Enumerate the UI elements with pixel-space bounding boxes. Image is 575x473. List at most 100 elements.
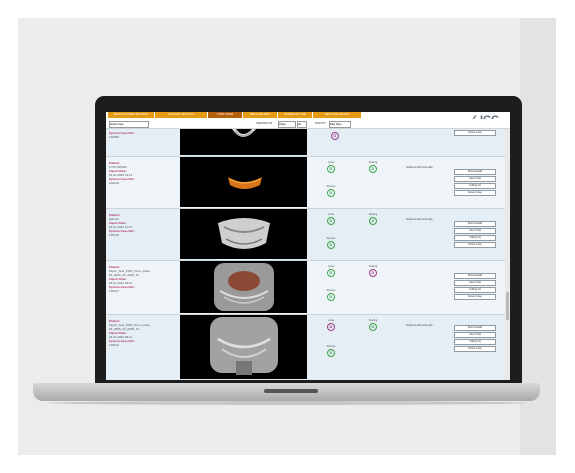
remote-status: Remote D xyxy=(322,185,340,197)
case-scan-thumbnail[interactable] xyxy=(180,261,307,313)
show-details-button[interactable]: Show Details xyxy=(454,221,496,227)
top-navigation: ENGLISH OWNER SETTINGS ACCOUNT SETTINGS … xyxy=(106,112,510,119)
tab-english-owner-settings[interactable]: ENGLISH OWNER SETTINGS xyxy=(108,112,154,118)
sharing-label: Sharing xyxy=(368,265,378,268)
sharing-label: Sharing xyxy=(368,213,378,216)
sharing-status: Sharing D xyxy=(364,319,382,331)
case-info: Patient: CTD7196022 Import Date: 04.01.2… xyxy=(109,161,177,185)
delete-case-button[interactable]: Delete Case xyxy=(454,294,496,300)
case-info: Patient: Taylor_Test_PWP_Prem_Date-03_09… xyxy=(109,265,177,293)
tab-new-case-data[interactable]: NEW CASE DATA xyxy=(243,112,277,118)
shared-status: Shared with Friends xyxy=(406,165,433,169)
tab-shared-with-me[interactable]: SHARED WITH ME xyxy=(278,112,312,118)
ref-value: 100136 xyxy=(109,181,120,185)
local-label: Local xyxy=(328,265,334,268)
case-chat-button[interactable]: Case Chat xyxy=(454,280,496,286)
ref-value: 100125 xyxy=(109,233,120,237)
status-d-icon: D xyxy=(369,217,377,225)
case-row: Patient: Taylor_Test_PWP_Prem_Date-03_09… xyxy=(106,315,510,380)
patient-value: Taylor_Test_PWP_Prem_Date-03_0905_03_090… xyxy=(109,269,151,277)
case-actions: Show Details Case Chat Calling (0) Delet… xyxy=(454,221,496,249)
case-info: Patient: jalkin11 Import Date: 04.01.202… xyxy=(109,213,177,237)
case-actions: Delete Case xyxy=(454,130,496,137)
local-status: Local D xyxy=(322,319,340,331)
local-label: Local xyxy=(328,213,334,216)
case-row: Patient: Taylor_Test_PWP_Prem_Date-03_09… xyxy=(106,261,510,315)
case-chat-button[interactable]: Case Chat xyxy=(454,332,496,338)
created-on-label: CREATED ON xyxy=(256,122,273,125)
delete-case-button[interactable]: Delete Case xyxy=(454,190,496,196)
sharing-status: Sharing D xyxy=(364,161,382,173)
status-d-icon: D xyxy=(369,165,377,173)
status-d-icon: D xyxy=(327,349,335,357)
created-from-input[interactable]: Today xyxy=(278,121,296,128)
status-d-icon: D xyxy=(331,132,339,140)
case-scan-thumbnail[interactable] xyxy=(180,315,307,379)
shared-status: Shared with Friends xyxy=(406,217,433,221)
status-d-icon: D xyxy=(327,189,335,197)
tab-new-case-upload[interactable]: NEW CASE UPLOAD xyxy=(313,112,361,118)
local-label: Local xyxy=(328,319,334,322)
sharing-label: Sharing xyxy=(368,161,378,164)
case-scan-thumbnail[interactable] xyxy=(180,209,307,259)
calling-button[interactable]: Calling (0) xyxy=(454,235,496,241)
local-label: Local xyxy=(328,161,334,164)
show-details-button[interactable]: Show Details xyxy=(454,273,496,279)
remote-status: Remote D xyxy=(322,237,340,249)
remote-label: Remote xyxy=(326,289,336,292)
case-info: System Case Ref.: 100050 xyxy=(109,131,177,139)
calling-button[interactable]: Calling (0) xyxy=(454,183,496,189)
status-d-icon: D xyxy=(369,323,377,331)
scrollbar-thumb[interactable] xyxy=(506,292,509,320)
case-row: Patient: CTD7196022 Import Date: 04.01.2… xyxy=(106,157,510,209)
delete-case-button[interactable]: Delete Case xyxy=(454,242,496,248)
case-scan-thumbnail[interactable] xyxy=(180,129,307,155)
case-chat-button[interactable]: Case Chat xyxy=(454,228,496,234)
sharing-status: Sharing D xyxy=(364,265,382,277)
status-d-icon: D xyxy=(327,269,335,277)
delete-case-button[interactable]: Delete Case xyxy=(454,130,496,136)
status-d-icon: D xyxy=(327,293,335,301)
remote-label: Remote xyxy=(326,237,336,240)
ref-value: 100050 xyxy=(109,135,120,139)
sort-by-label: SORT BY xyxy=(315,122,326,125)
remote-status: Remote D xyxy=(322,289,340,301)
show-details-button[interactable]: Show Details xyxy=(454,325,496,331)
created-to-input[interactable]: All xyxy=(297,121,307,128)
sharing-status: Sharing D xyxy=(364,213,382,225)
case-chat-button[interactable]: Case Chat xyxy=(454,176,496,182)
remote-label: Remote xyxy=(326,185,336,188)
local-status: Local D xyxy=(322,213,340,225)
remote-label: Remote xyxy=(326,345,336,348)
case-actions: Show Details Case Chat Calling (0) Delet… xyxy=(454,169,496,197)
laptop-notch xyxy=(264,389,318,393)
laptop-shadow xyxy=(48,401,526,405)
local-status: D xyxy=(326,131,344,140)
status-d-icon: D xyxy=(327,241,335,249)
case-scan-thumbnail[interactable] xyxy=(180,157,307,207)
case-actions: Show Details Case Chat Calling (0) Delet… xyxy=(454,325,496,353)
show-details-button[interactable]: Show Details xyxy=(454,169,496,175)
calling-button[interactable]: Calling (0) xyxy=(454,339,496,345)
sharing-label: Sharing xyxy=(368,319,378,322)
status-d-icon: D xyxy=(327,165,335,173)
tab-your-cases[interactable]: YOUR CASES xyxy=(208,112,242,118)
case-info: Patient: Taylor_Test_PWP_Prem_Date-03_09… xyxy=(109,319,177,347)
delete-case-button[interactable]: Delete Case xyxy=(454,346,496,352)
filter-bar: Select Case CREATED ON Today All SORT BY… xyxy=(106,119,510,129)
status-d-icon: D xyxy=(327,323,335,331)
local-status: Local D xyxy=(322,161,340,173)
case-row: System Case Ref.: 100050 D Delete Case xyxy=(106,129,510,157)
app-screen: ENGLISH OWNER SETTINGS ACCOUNT SETTINGS … xyxy=(106,112,510,380)
status-d-icon: D xyxy=(327,217,335,225)
status-d-icon: D xyxy=(369,269,377,277)
scrollbar-track[interactable] xyxy=(505,129,510,380)
remote-status: Remote D xyxy=(322,345,340,357)
tab-account-settings[interactable]: ACCOUNT SETTINGS xyxy=(155,112,207,118)
case-search-input[interactable]: Select Case xyxy=(109,121,149,128)
sort-by-select[interactable]: Date Desc xyxy=(329,121,351,128)
case-actions: Show Details Case Chat Calling (0) Delet… xyxy=(454,273,496,301)
case-row: Patient: jalkin11 Import Date: 04.01.202… xyxy=(106,209,510,261)
calling-button[interactable]: Calling (0) xyxy=(454,287,496,293)
shared-status: Shared with Friends xyxy=(406,323,433,327)
